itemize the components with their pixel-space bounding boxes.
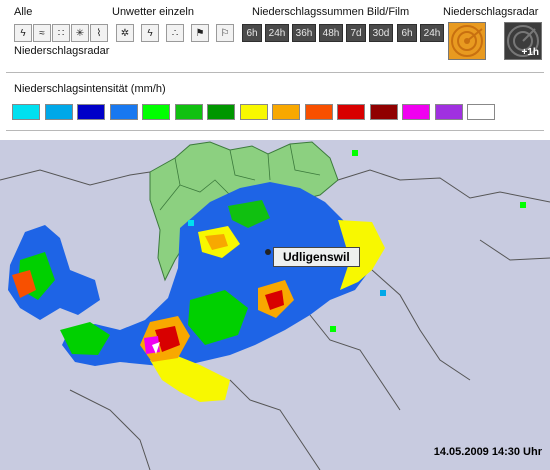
legend-swatch (402, 104, 430, 120)
unwetter-label: Unwetter einzeln (112, 6, 194, 18)
summe-48h-button[interactable]: 48h (319, 24, 343, 42)
radar-current-icon (451, 25, 483, 57)
legend-swatch (12, 104, 40, 120)
legend-swatch (369, 104, 398, 120)
summe-30d-button[interactable]: 30d (369, 24, 393, 42)
legend-swatch (304, 104, 333, 120)
summe-36h-button[interactable]: 36h (292, 24, 316, 42)
radar-current-button[interactable] (448, 22, 486, 60)
summe-6h-button[interactable]: 6h (242, 24, 262, 42)
hail-icon[interactable]: ∴ (166, 24, 184, 42)
legend-swatch (142, 104, 170, 120)
alle-snow-icon[interactable]: ✳ (71, 24, 89, 42)
snow-icon[interactable]: ✲ (116, 24, 134, 42)
radar-timestamp: 14.05.2009 14:30 Uhr (433, 446, 542, 458)
legend-swatch (272, 104, 300, 120)
legend-title: Niederschlagsintensität (mm/h) (14, 83, 166, 95)
radar-map[interactable] (0, 140, 550, 470)
alle-hail-icon[interactable]: ∷ (52, 24, 70, 42)
location-label: Udligenswil (273, 247, 360, 267)
alle-wind-icon[interactable]: ≈ (33, 24, 51, 42)
alle-label: Alle (14, 6, 33, 18)
radar-sub-label: Niederschlagsradar (14, 45, 110, 57)
legend-swatch (77, 104, 105, 120)
lightning-icon[interactable]: ϟ (141, 24, 159, 42)
alle-flood-icon[interactable]: ⌇ (90, 24, 108, 42)
radar-forecast-button[interactable]: +1h (504, 22, 542, 60)
storm-flag-icon[interactable]: ⚐ (216, 24, 234, 42)
legend-swatch (109, 104, 138, 120)
legend-swatch (434, 104, 463, 120)
legend-swatch (44, 104, 73, 120)
film-6h-button[interactable]: 6h (397, 24, 417, 42)
legend-swatch (239, 104, 268, 120)
summe-24h-button[interactable]: 24h (265, 24, 289, 42)
summen-label: Niederschlagssummen Bild/Film (252, 6, 410, 18)
legend-swatch (337, 104, 365, 120)
toolbar-divider (6, 72, 544, 73)
summe-7d-button[interactable]: 7d (346, 24, 366, 42)
radar-forecast-label: +1h (521, 47, 539, 58)
toolbar: Alle Unwetter einzeln Niederschlagssumme… (0, 0, 550, 140)
film-24h-button[interactable]: 24h (420, 24, 444, 42)
legend-swatch (467, 104, 495, 120)
alle-unwetter-icon[interactable]: ϟ (14, 24, 32, 42)
location-marker (265, 249, 271, 255)
radar-label: Niederschlagsradar (443, 6, 539, 18)
legend-swatch (207, 104, 235, 120)
legend-divider (6, 130, 544, 131)
radar-map-graphic (0, 141, 550, 470)
wind-flag-icon[interactable]: ⚑ (191, 24, 209, 42)
legend-swatch (174, 104, 203, 120)
